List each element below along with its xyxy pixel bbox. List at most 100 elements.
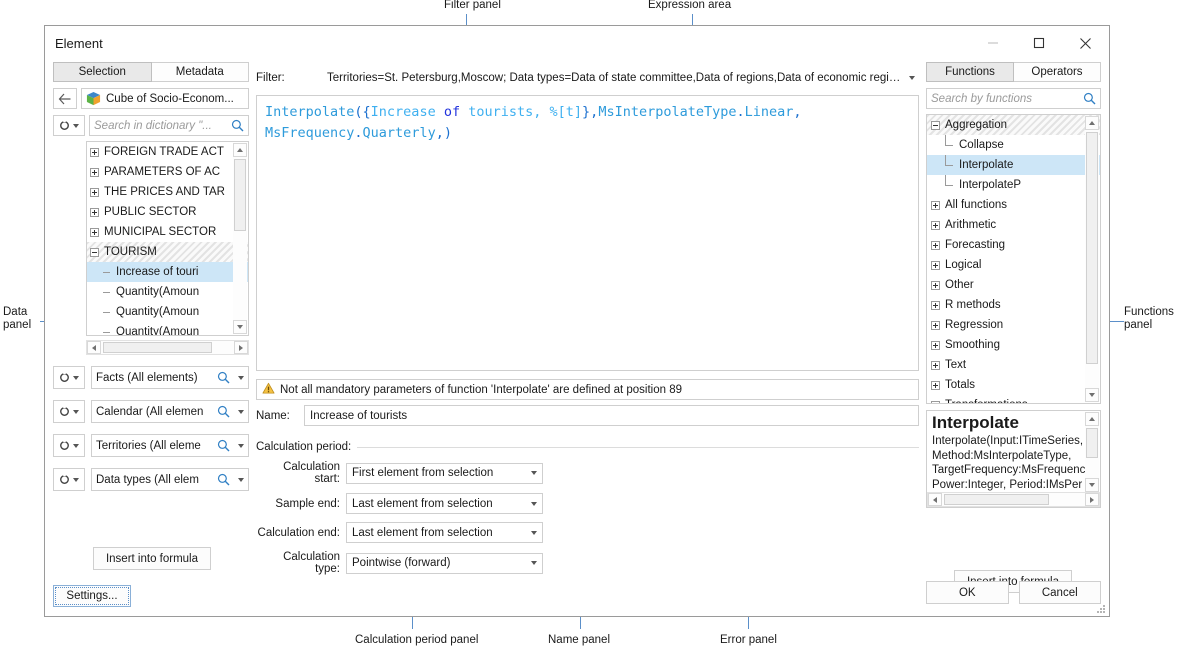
scroll-down-icon[interactable]	[1085, 478, 1099, 492]
function-description-vertical-scrollbar[interactable]	[1085, 412, 1099, 492]
resize-grip[interactable]	[1096, 604, 1106, 614]
scroll-thumb[interactable]	[1086, 132, 1098, 364]
scroll-left-icon[interactable]	[928, 493, 942, 506]
function-group-text[interactable]: Text	[927, 355, 1100, 375]
chevron-down-icon[interactable]	[238, 376, 244, 380]
calculation-type-select[interactable]: Pointwise (forward)	[346, 553, 543, 574]
scroll-down-icon[interactable]	[1085, 388, 1099, 402]
data-insert-into-formula-button[interactable]: Insert into formula	[93, 547, 211, 570]
tree-item-quantity-2[interactable]: Quantity(Amoun	[87, 302, 248, 322]
expand-icon[interactable]	[90, 188, 99, 197]
search-icon[interactable]	[217, 405, 230, 418]
tree-item-tourism[interactable]: TOURISM	[87, 242, 248, 262]
tree-item-foreign-trade[interactable]: FOREIGN TRADE ACT	[87, 142, 248, 162]
facts-mode-button[interactable]	[53, 366, 85, 389]
function-group-smoothing[interactable]: Smoothing	[927, 335, 1100, 355]
function-group-regression[interactable]: Regression	[927, 315, 1100, 335]
territories-selector[interactable]: Territories (All eleme	[91, 434, 249, 457]
scroll-up-icon[interactable]	[233, 143, 247, 157]
tree-item-municipal-sector[interactable]: MUNICIPAL SECTOR	[87, 222, 248, 242]
ok-button[interactable]: OK	[926, 581, 1009, 604]
expand-icon[interactable]	[931, 201, 940, 210]
data-source-field[interactable]: Cube of Socio-Econom...	[81, 88, 249, 109]
chevron-down-icon[interactable]	[531, 561, 537, 565]
scroll-left-icon[interactable]	[87, 341, 101, 354]
sample-end-select[interactable]: Last element from selection	[346, 493, 543, 514]
function-group-totals[interactable]: Totals	[927, 375, 1100, 395]
scroll-thumb[interactable]	[234, 159, 246, 231]
expand-icon[interactable]	[931, 261, 940, 270]
function-description-horizontal-scrollbar[interactable]	[927, 492, 1100, 507]
search-icon[interactable]	[217, 371, 230, 384]
function-item-collapse[interactable]: Collapse	[927, 135, 1100, 155]
function-group-arithmetic[interactable]: Arithmetic	[927, 215, 1100, 235]
data-tree[interactable]: FOREIGN TRADE ACT PARAMETERS OF AC THE P…	[86, 141, 249, 336]
chevron-down-icon[interactable]	[531, 531, 537, 535]
expression-area[interactable]: Interpolate({Increase of tourists, %[t]}…	[256, 95, 919, 371]
function-group-all-functions[interactable]: All functions	[927, 195, 1100, 215]
tree-item-quantity-3[interactable]: Quantity(Amoun	[87, 322, 248, 336]
expand-icon[interactable]	[931, 301, 940, 310]
expand-icon[interactable]	[931, 221, 940, 230]
calendar-mode-button[interactable]	[53, 400, 85, 423]
chevron-down-icon[interactable]	[909, 76, 915, 80]
expand-icon[interactable]	[931, 381, 940, 390]
functions-tree[interactable]: Aggregation Collapse Interpolate Interpo…	[926, 114, 1101, 404]
search-icon[interactable]	[217, 439, 230, 452]
data-tree-horizontal-scrollbar[interactable]	[86, 340, 249, 355]
function-group-forecasting[interactable]: Forecasting	[927, 235, 1100, 255]
function-group-logical[interactable]: Logical	[927, 255, 1100, 275]
tree-item-parameters[interactable]: PARAMETERS OF AC	[87, 162, 248, 182]
chevron-down-icon[interactable]	[238, 444, 244, 448]
scroll-down-icon[interactable]	[233, 320, 247, 334]
chevron-down-icon[interactable]	[531, 471, 537, 475]
name-input[interactable]: Increase of tourists	[304, 405, 919, 426]
hscroll-thumb[interactable]	[103, 342, 212, 353]
expand-icon[interactable]	[90, 208, 99, 217]
back-button[interactable]	[53, 88, 77, 109]
maximize-button[interactable]	[1016, 26, 1062, 60]
scroll-right-icon[interactable]	[234, 341, 248, 354]
hscroll-thumb[interactable]	[944, 494, 1049, 505]
scroll-up-icon[interactable]	[1085, 412, 1099, 426]
scroll-up-icon[interactable]	[1085, 116, 1099, 130]
chevron-down-icon[interactable]	[238, 410, 244, 414]
minimize-button[interactable]	[970, 26, 1016, 60]
functions-search-input[interactable]: Search by functions	[926, 88, 1101, 109]
expand-icon[interactable]	[90, 228, 99, 237]
expand-icon[interactable]	[931, 341, 940, 350]
tree-item-increase-of-tourists[interactable]: Increase of touri	[87, 262, 248, 282]
tree-item-prices-tariffs[interactable]: THE PRICES AND TAR	[87, 182, 248, 202]
collapse-icon[interactable]	[931, 121, 940, 130]
search-icon[interactable]	[217, 473, 230, 486]
filter-value-field[interactable]: Territories=St. Petersburg,Moscow; Data …	[312, 72, 919, 84]
tree-item-quantity-1[interactable]: Quantity(Amoun	[87, 282, 248, 302]
expand-icon[interactable]	[931, 321, 940, 330]
functions-tree-scrollbar[interactable]	[1085, 116, 1099, 402]
scroll-right-icon[interactable]	[1085, 493, 1099, 506]
expand-icon[interactable]	[90, 148, 99, 157]
close-button[interactable]	[1062, 26, 1108, 60]
expand-icon[interactable]	[931, 281, 940, 290]
data-types-selector[interactable]: Data types (All elem	[91, 468, 249, 491]
dictionary-mode-button[interactable]	[53, 115, 85, 136]
tab-metadata[interactable]: Metadata	[152, 62, 250, 82]
expand-icon[interactable]	[931, 401, 940, 405]
tab-operators[interactable]: Operators	[1014, 62, 1101, 82]
data-types-mode-button[interactable]	[53, 468, 85, 491]
tab-selection[interactable]: Selection	[53, 62, 152, 82]
dictionary-search-input[interactable]: Search in dictionary "...	[89, 115, 249, 136]
territories-mode-button[interactable]	[53, 434, 85, 457]
chevron-down-icon[interactable]	[238, 478, 244, 482]
search-icon[interactable]	[1083, 92, 1096, 105]
calculation-end-select[interactable]: Last element from selection	[346, 522, 543, 543]
expand-icon[interactable]	[90, 168, 99, 177]
expand-icon[interactable]	[931, 361, 940, 370]
scroll-thumb[interactable]	[1086, 428, 1098, 458]
expand-icon[interactable]	[931, 241, 940, 250]
calculation-start-select[interactable]: First element from selection	[346, 463, 543, 484]
collapse-icon[interactable]	[90, 248, 99, 257]
tree-item-public-sector[interactable]: PUBLIC SECTOR	[87, 202, 248, 222]
chevron-down-icon[interactable]	[531, 502, 537, 506]
function-group-transformations[interactable]: Transformations	[927, 395, 1100, 404]
